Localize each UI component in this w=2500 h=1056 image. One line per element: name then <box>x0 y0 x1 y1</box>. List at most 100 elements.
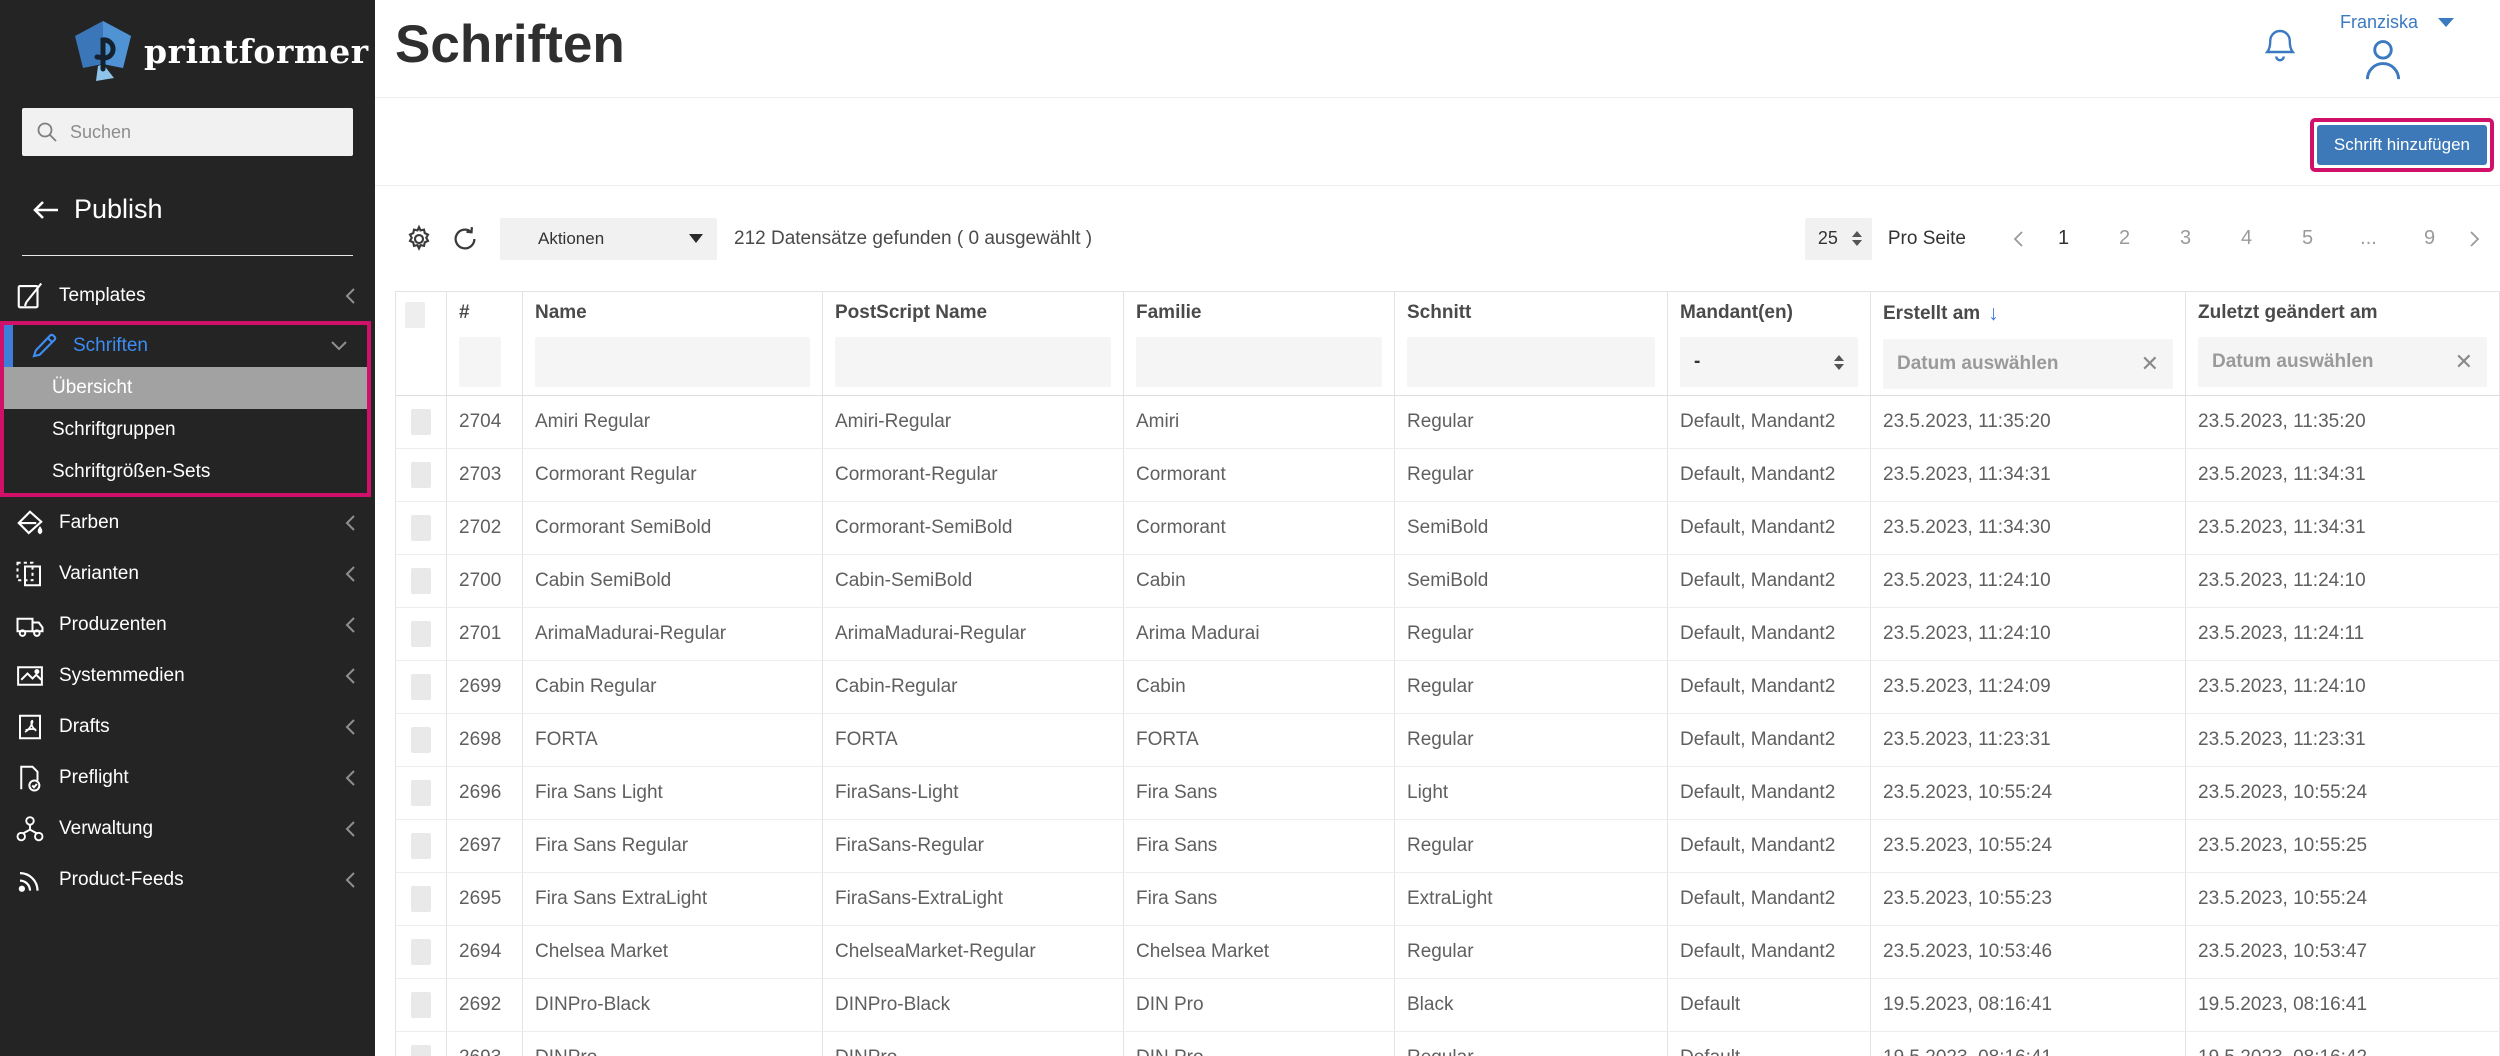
cell-id: 2692 <box>447 979 523 1032</box>
sidebar-item-drafts[interactable]: Drafts <box>0 701 375 752</box>
sidebar-subitem-schriftgruppen[interactable]: Schriftgruppen <box>4 409 367 451</box>
search-placeholder: Suchen <box>70 122 131 143</box>
row-checkbox[interactable] <box>411 568 431 594</box>
column-header-postscript[interactable]: PostScript Name <box>835 302 1111 324</box>
cell-erstellt: 23.5.2023, 11:24:09 <box>1871 661 2186 714</box>
mandant-filter-select[interactable]: - <box>1680 337 1858 387</box>
user-name-row[interactable]: Franziska <box>2340 12 2454 33</box>
page-size-select[interactable]: 25 <box>1805 218 1872 260</box>
page-number[interactable]: 2 <box>2094 227 2155 250</box>
user-name: Franziska <box>2340 12 2418 33</box>
familie-filter-input[interactable] <box>1136 337 1382 387</box>
sort-descending-icon[interactable]: ↓ <box>1988 302 1999 326</box>
page-number[interactable]: 3 <box>2155 227 2216 250</box>
table-body: 2704Amiri RegularAmiri-RegularAmiriRegul… <box>396 396 2500 1056</box>
chevron-left-icon <box>343 666 357 686</box>
sidebar-subitem-schriftgroessen-sets[interactable]: Schriftgrößen-Sets <box>4 451 367 493</box>
next-page-icon[interactable] <box>2460 229 2489 249</box>
chevron-left-icon <box>343 513 357 533</box>
schnitt-filter-input[interactable] <box>1407 337 1655 387</box>
add-font-button[interactable]: Schrift hinzufügen <box>2317 125 2487 165</box>
sidebar-item-verwaltung[interactable]: Verwaltung <box>0 803 375 854</box>
row-checkbox[interactable] <box>411 674 431 700</box>
sidebar-item-produzenten[interactable]: Produzenten <box>0 599 375 650</box>
sidebar-item-varianten[interactable]: Varianten <box>0 548 375 599</box>
fonts-table: # Name PostScript Name Familie <box>395 291 2500 1056</box>
sidebar-item-schriften[interactable]: Schriften <box>4 325 367 367</box>
cell-name: Fira Sans Regular <box>523 820 823 873</box>
cell-erstellt: 23.5.2023, 11:24:10 <box>1871 608 2186 661</box>
actions-dropdown[interactable]: Aktionen <box>500 218 717 260</box>
postscript-filter-input[interactable] <box>835 337 1111 387</box>
caret-down-icon <box>2438 18 2454 27</box>
row-checkbox[interactable] <box>411 833 431 859</box>
previous-page-icon[interactable] <box>2004 229 2033 249</box>
cell-ps: Amiri-Regular <box>823 396 1124 449</box>
clear-filter-icon[interactable]: ✕ <box>2455 351 2473 373</box>
column-header-mandanten[interactable]: Mandant(en) <box>1680 302 1858 324</box>
page-number[interactable]: 5 <box>2277 227 2338 250</box>
geaendert-date-filter[interactable]: Datum auswählen ✕ <box>2198 337 2487 387</box>
column-header-name[interactable]: Name <box>535 302 810 324</box>
row-checkbox[interactable] <box>411 886 431 912</box>
cell-id: 2698 <box>447 714 523 767</box>
row-checkbox[interactable] <box>411 462 431 488</box>
results-count: 212 Datensätze gefunden ( 0 ausgewählt ) <box>734 228 1092 250</box>
sidebar-item-templates[interactable]: Templates <box>0 270 375 321</box>
sidebar-item-systemmedien[interactable]: Systemmedien <box>0 650 375 701</box>
row-checkbox[interactable] <box>411 780 431 806</box>
page-number[interactable]: 9 <box>2399 227 2460 250</box>
sidebar-item-product-feeds[interactable]: Product-Feeds <box>0 854 375 905</box>
cell-mandanten: Default, Mandant2 <box>1668 502 1871 555</box>
row-checkbox[interactable] <box>411 515 431 541</box>
row-checkbox[interactable] <box>411 939 431 965</box>
select-all-checkbox[interactable] <box>405 302 425 328</box>
table-row: 2692DINPro-BlackDINPro-BlackDIN ProBlack… <box>396 979 2500 1032</box>
column-header-schnitt[interactable]: Schnitt <box>1407 302 1655 324</box>
column-header-erstellt[interactable]: Erstellt am <box>1883 303 1980 325</box>
row-checkbox[interactable] <box>411 992 431 1018</box>
document-check-icon <box>13 761 47 795</box>
avatar-icon[interactable] <box>2361 35 2405 88</box>
notification-bell-icon[interactable] <box>2262 26 2298 71</box>
sidebar-search[interactable]: Suchen <box>22 108 353 156</box>
cell-ps: FiraSans-Regular <box>823 820 1124 873</box>
cell-familie: Amiri <box>1124 396 1395 449</box>
erstellt-date-filter[interactable]: Datum auswählen ✕ <box>1883 339 2173 389</box>
cell-ps: DINPro-Black <box>823 979 1124 1032</box>
column-header-geaendert[interactable]: Zuletzt geändert am <box>2198 302 2487 324</box>
table-row: 2693DINProDINProDIN ProRegularDefault19.… <box>396 1032 2500 1056</box>
cell-id: 2695 <box>447 873 523 926</box>
column-header-id[interactable]: # <box>459 302 510 324</box>
cell-erstellt: 23.5.2023, 11:34:30 <box>1871 502 2186 555</box>
row-checkbox[interactable] <box>411 727 431 753</box>
cell-schnitt: Regular <box>1395 714 1668 767</box>
back-to-publish-link[interactable]: Publish <box>0 156 375 225</box>
row-checkbox[interactable] <box>411 409 431 435</box>
cell-geaendert: 23.5.2023, 10:55:25 <box>2186 820 2500 873</box>
user-menu[interactable]: Franziska <box>2322 12 2472 88</box>
id-filter-input[interactable] <box>459 337 501 387</box>
cell-mandanten: Default, Mandant2 <box>1668 873 1871 926</box>
cell-id: 2702 <box>447 502 523 555</box>
page-number[interactable]: 1 <box>2033 227 2094 250</box>
chevron-left-icon <box>343 564 357 584</box>
row-checkbox[interactable] <box>411 621 431 647</box>
column-header-familie[interactable]: Familie <box>1136 302 1382 324</box>
page-number[interactable]: 4 <box>2216 227 2277 250</box>
brand-name: printformer <box>144 32 369 71</box>
sidebar: printformer Suchen Publish <box>0 0 375 1056</box>
sidebar-item-preflight[interactable]: Preflight <box>0 752 375 803</box>
settings-gear-icon[interactable] <box>404 224 434 254</box>
cell-familie: Cabin <box>1124 555 1395 608</box>
refresh-icon[interactable] <box>450 224 480 254</box>
copies-icon <box>13 557 47 591</box>
cell-name: ArimaMadurai-Regular <box>523 608 823 661</box>
name-filter-input[interactable] <box>535 337 810 387</box>
sidebar-subitem-uebersicht[interactable]: Übersicht <box>4 367 367 409</box>
cell-mandanten: Default, Mandant2 <box>1668 767 1871 820</box>
brand-logo[interactable]: printformer <box>0 0 375 82</box>
row-checkbox[interactable] <box>411 1045 431 1056</box>
sidebar-item-farben[interactable]: Farben <box>0 497 375 548</box>
clear-filter-icon[interactable]: ✕ <box>2141 353 2159 375</box>
